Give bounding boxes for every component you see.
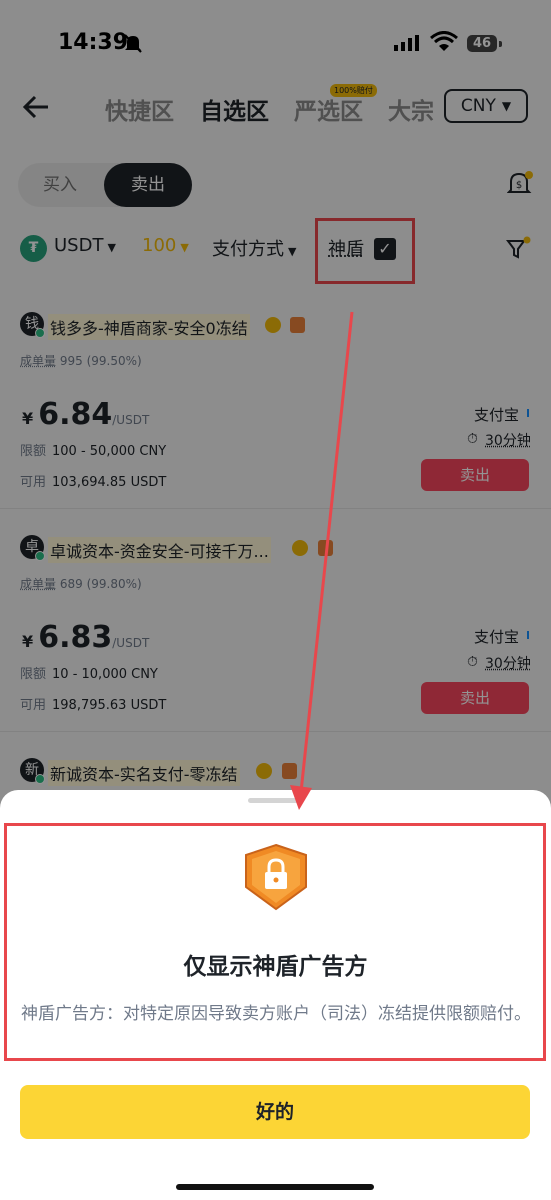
annotation-arrow (290, 311, 354, 810)
